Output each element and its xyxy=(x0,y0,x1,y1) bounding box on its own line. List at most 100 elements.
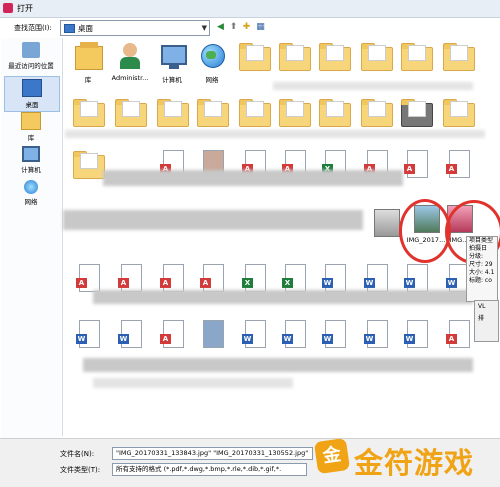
filename-label: 文件名(N): xyxy=(60,450,95,458)
file-item-label: 网络 xyxy=(205,76,219,84)
word-file-icon: W xyxy=(322,264,346,292)
sidebar-item-label: 网络 xyxy=(24,198,38,206)
blurred-labels xyxy=(93,378,293,388)
folder-icon xyxy=(157,99,189,127)
sidebar-item-label: 计算机 xyxy=(21,166,41,174)
brand-logo-icon: 金 xyxy=(313,437,351,475)
pdf-file-icon: A xyxy=(160,264,184,292)
file-item-label: Administr... xyxy=(111,74,149,82)
word-file-icon: W xyxy=(282,320,306,348)
tooltip-line: 尺寸: 29 xyxy=(469,261,493,268)
blurred-labels xyxy=(83,358,473,372)
folder-icon xyxy=(401,43,433,71)
word-file-icon: W xyxy=(404,320,428,348)
pdf-file-icon: A xyxy=(200,264,224,292)
pdf-file-icon: A xyxy=(446,320,470,348)
tooltip-line: 大小: 4.1 xyxy=(469,269,495,276)
file-item[interactable] xyxy=(311,40,357,72)
folder-icon xyxy=(239,43,271,71)
file-item-label: 库 xyxy=(84,76,92,84)
folder-icon xyxy=(443,43,475,71)
excel-file-icon: X xyxy=(282,264,306,292)
folder-icon xyxy=(73,151,105,179)
file-item[interactable] xyxy=(435,40,481,72)
network-icon xyxy=(24,180,38,194)
chevron-down-icon: ▼ xyxy=(201,24,207,32)
folder-icon xyxy=(239,99,271,127)
app-icon xyxy=(3,3,13,13)
title-bar: 打开 xyxy=(0,0,500,18)
blurred-labels xyxy=(65,130,485,138)
filetype-label: 文件类型(T): xyxy=(60,466,101,474)
highlight-circle xyxy=(399,199,451,263)
sidebar-item-library[interactable]: 库 xyxy=(4,112,58,142)
sidebar-item-label: 库 xyxy=(27,134,35,142)
back-button[interactable]: ◀ xyxy=(215,21,226,33)
file-item[interactable]: W xyxy=(107,318,153,350)
file-item[interactable]: A xyxy=(435,148,481,180)
blurred-labels xyxy=(93,290,473,304)
sidebar-item-network[interactable]: 网络 xyxy=(4,180,58,206)
file-item[interactable] xyxy=(189,96,235,128)
folder-icon xyxy=(73,99,105,127)
recent-places-icon xyxy=(22,42,40,58)
look-in-label: 查找范围(I): xyxy=(14,24,52,32)
word-file-icon: W xyxy=(404,264,428,292)
filename-input[interactable]: "IMG_20170331_133843.jpg" "IMG_20170331_… xyxy=(112,447,313,460)
file-item-administrator[interactable]: Administr... xyxy=(107,40,153,82)
pdf-file-icon: A xyxy=(76,264,100,292)
pdf-file-icon: A xyxy=(118,264,142,292)
folder-icon xyxy=(319,43,351,71)
up-folder-button[interactable]: ⬆ xyxy=(228,21,239,33)
context-menu: VL 排 xyxy=(474,300,499,342)
tooltip-line: 标题: co xyxy=(469,277,492,284)
word-file-icon: W xyxy=(242,320,266,348)
desktop-icon xyxy=(64,24,75,33)
word-file-icon: W xyxy=(364,320,388,348)
folder-icon xyxy=(115,99,147,127)
blurred-labels xyxy=(103,170,403,186)
sidebar-item-desktop[interactable]: 桌面 xyxy=(4,76,60,112)
sidebar-item-label: 最近访问的位置 xyxy=(8,62,54,70)
library-icon xyxy=(75,42,103,70)
pdf-file-icon: A xyxy=(404,150,428,178)
file-info-tooltip: 项目类型 拍摄日 分级: 尺寸: 29 大小: 4.1 标题: co xyxy=(466,236,498,302)
file-item[interactable]: W xyxy=(65,318,111,350)
network-globe-icon xyxy=(201,44,225,68)
word-file-icon: W xyxy=(118,320,142,348)
file-item[interactable] xyxy=(393,40,439,72)
folder-icon xyxy=(361,99,393,127)
file-item-library[interactable]: 库 xyxy=(65,40,111,84)
word-file-icon: W xyxy=(364,264,388,292)
file-item[interactable]: W xyxy=(393,318,439,350)
look-in-dropdown[interactable]: 桌面 ▼ xyxy=(60,20,210,36)
folder-icon xyxy=(279,99,311,127)
brand-name: 金符游戏 xyxy=(354,446,475,480)
menu-item[interactable]: 排 xyxy=(478,313,498,325)
computer-icon xyxy=(161,45,187,69)
views-menu-button[interactable]: ▦ xyxy=(255,21,266,33)
file-item-network[interactable]: 网络 xyxy=(189,40,235,84)
blurred-items xyxy=(63,210,363,230)
tooltip-line: 拍摄日 xyxy=(469,245,488,252)
blurred-labels xyxy=(273,82,473,90)
sidebar-item-recent[interactable]: 最近访问的位置 xyxy=(4,42,58,70)
user-folder-icon xyxy=(120,43,140,69)
excel-file-icon: X xyxy=(242,264,266,292)
file-item[interactable] xyxy=(65,96,111,128)
filetype-dropdown[interactable]: 所有支持的格式 (*.pdf,*.dwg,*.bmp,*.rle,*.dib,*… xyxy=(112,463,307,476)
folder-icon xyxy=(443,99,475,127)
file-item[interactable] xyxy=(107,96,153,128)
desktop-icon xyxy=(22,79,42,97)
menu-item[interactable]: VL xyxy=(478,301,498,313)
sidebar-item-computer[interactable]: 计算机 xyxy=(4,146,58,174)
file-item[interactable]: W xyxy=(311,318,357,350)
folder-icon xyxy=(361,43,393,71)
library-icon xyxy=(21,112,41,130)
file-item[interactable] xyxy=(393,96,439,128)
file-item[interactable] xyxy=(189,318,235,350)
file-item[interactable] xyxy=(311,96,357,128)
file-item[interactable] xyxy=(435,96,481,128)
folder-icon xyxy=(279,43,311,71)
new-folder-button[interactable]: ✚ xyxy=(241,21,252,33)
